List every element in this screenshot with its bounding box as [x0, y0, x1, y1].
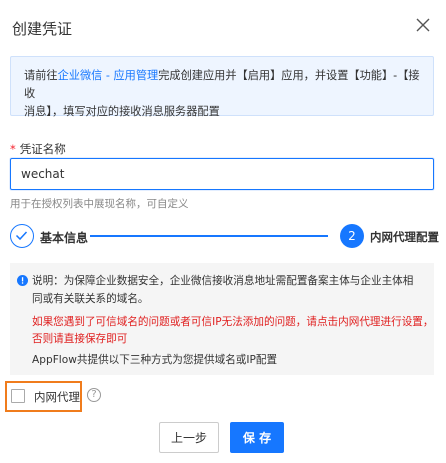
step-connector: [90, 235, 328, 237]
credential-name-help: 用于在授权列表中展现名称，可自定义: [10, 198, 189, 210]
intranet-proxy-option[interactable]: 内网代理: [5, 381, 82, 412]
notice-line2: 消息】，填写对应的接收消息服务器配置: [24, 105, 220, 118]
instruction-notice: 请前往企业微信 - 应用管理完成创建应用并【启用】应用，并设置【功能】-【接收 …: [10, 56, 434, 118]
info-line-1: 说明：为保障企业数据安全，企业微信接收消息地址需配置备案主体与企业主体相: [32, 275, 414, 287]
question-circle-icon[interactable]: ?: [87, 388, 101, 402]
info-warning-line-2: 否则请直接保存即可: [32, 333, 128, 345]
dialog-title: 创建凭证: [12, 20, 73, 38]
info-line-3: AppFlow共提供以下三种方式为您提供域名或IP配置: [32, 354, 278, 366]
credential-name-label-text: 凭证名称: [19, 142, 66, 156]
close-icon[interactable]: [413, 15, 433, 35]
info-warning-line-1: 如果您遇到了可信域名的问题或者可信IP无法添加的问题，请点击内网代理进行设置，: [32, 316, 434, 328]
check-icon: [15, 231, 28, 241]
intranet-proxy-checkbox[interactable]: [11, 389, 25, 403]
wecom-app-management-link[interactable]: 企业微信 - 应用管理: [58, 69, 159, 82]
info-icon: [17, 275, 28, 286]
dialog-header: 创建凭证: [0, 0, 446, 52]
step-2-label: 内网代理配置: [370, 230, 439, 244]
step-2-number: 2: [340, 224, 364, 248]
step-1-label: 基本信息: [40, 231, 89, 245]
step-1-circle: [10, 224, 34, 248]
credential-name-label: * 凭证名称: [10, 141, 66, 157]
steps-indicator: 基本信息 2 内网代理配置: [0, 222, 446, 252]
credential-name-input[interactable]: [10, 158, 434, 190]
info-box: 说明：为保障企业数据安全，企业微信接收消息地址需配置备案主体与企业主体相 同或有…: [10, 263, 434, 375]
save-button[interactable]: 保 存: [230, 422, 284, 453]
intranet-proxy-label[interactable]: 内网代理: [34, 389, 80, 405]
notice-text: 请前往企业微信 - 应用管理完成创建应用并【启用】应用，并设置【功能】-【接收 …: [24, 67, 422, 121]
previous-step-button[interactable]: 上一步: [159, 422, 219, 453]
notice-prefix: 请前往: [24, 69, 58, 82]
required-mark: *: [10, 142, 16, 156]
create-credential-dialog: 创建凭证 请前往企业微信 - 应用管理完成创建应用并【启用】应用，并设置【功能】…: [0, 0, 446, 463]
info-line-2: 同或有关联关系的域名。: [32, 293, 149, 305]
